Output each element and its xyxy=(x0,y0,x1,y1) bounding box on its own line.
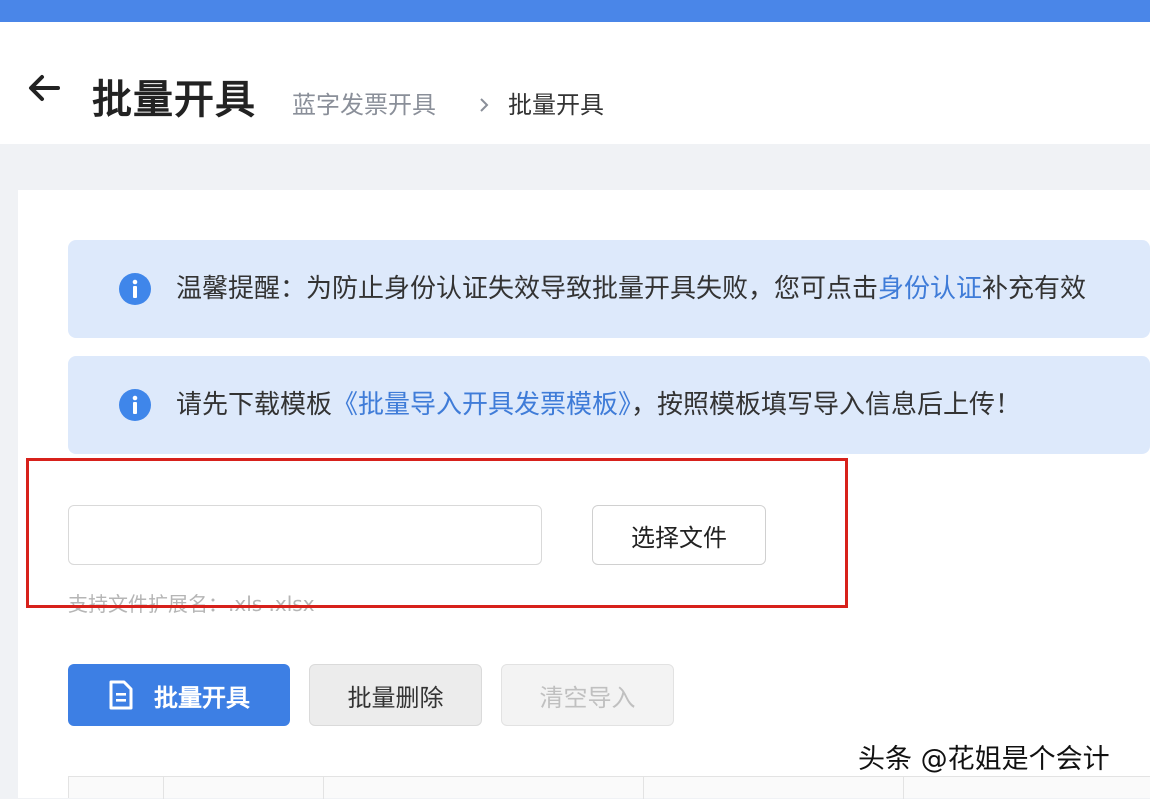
batch-issue-button[interactable]: 批量开具 xyxy=(68,664,290,726)
notice-prefix: 温馨提醒：为防止身份认证失效导致批量开具失败，您可点击 xyxy=(176,274,879,304)
notice-prefix: 请先下载模板 xyxy=(176,390,333,420)
notice-suffix: 补充有效 xyxy=(982,274,1087,304)
breadcrumb-parent[interactable]: 蓝字发票开具 xyxy=(292,93,436,117)
top-accent-bar xyxy=(0,0,1150,22)
clear-import-button: 清空导入 xyxy=(501,664,674,726)
column-divider xyxy=(163,777,164,799)
notice-text: 温馨提醒：为防止身份认证失效导致批量开具失败，您可点击身份认证补充有效 xyxy=(176,273,1086,306)
template-notice: 请先下载模板《批量导入开具发票模板》，按照模板填写导入信息后上传！ xyxy=(68,356,1150,454)
document-icon xyxy=(109,680,133,710)
identity-notice: 温馨提醒：为防止身份认证失效导致批量开具失败，您可点击身份认证补充有效 xyxy=(68,240,1150,338)
watermark: 头条 @花姐是个会计 xyxy=(858,744,1110,775)
page-header: 批量开具 蓝字发票开具 批量开具 xyxy=(0,22,1150,144)
back-arrow-icon[interactable] xyxy=(24,68,64,108)
template-download-link[interactable]: 《批量导入开具发票模板》 xyxy=(332,390,631,420)
batch-delete-button[interactable]: 批量删除 xyxy=(309,664,482,726)
table-header xyxy=(68,776,1150,799)
info-icon xyxy=(119,389,151,421)
upload-highlight-box xyxy=(26,458,848,608)
info-icon xyxy=(119,273,151,305)
column-divider xyxy=(643,777,644,799)
notice-text: 请先下载模板《批量导入开具发票模板》，按照模板填写导入信息后上传！ xyxy=(176,389,1021,422)
batch-issue-label: 批量开具 xyxy=(154,683,250,712)
page-title: 批量开具 xyxy=(92,77,256,123)
identity-auth-link[interactable]: 身份认证 xyxy=(878,274,982,304)
breadcrumb-current: 批量开具 xyxy=(508,91,604,119)
chevron-right-icon xyxy=(480,98,489,112)
column-divider xyxy=(903,777,904,799)
notice-suffix: ，按照模板填写导入信息后上传！ xyxy=(631,390,1022,420)
column-divider xyxy=(323,777,324,799)
